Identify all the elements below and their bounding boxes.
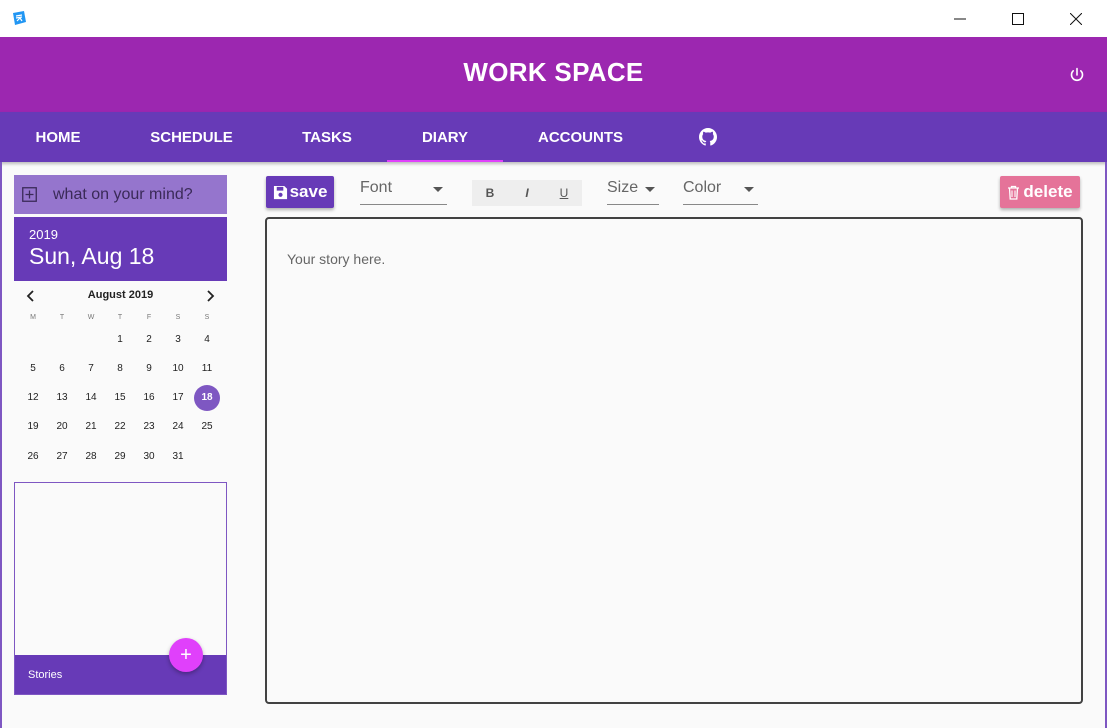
mind-input-placeholder[interactable]: what on your mind? (53, 186, 193, 204)
tab-github[interactable] (684, 112, 732, 162)
tab-tasks[interactable]: TASKS (280, 112, 374, 162)
calendar-day-selected[interactable]: 18 (194, 385, 220, 411)
calendar-day[interactable]: 23 (136, 414, 162, 440)
calendar-weekday: W (87, 314, 95, 321)
delete-button[interactable]: delete (1000, 176, 1080, 208)
github-icon (699, 128, 717, 146)
calendar-month-label: August 2019 (87, 289, 154, 301)
calendar-day[interactable]: 17 (165, 385, 191, 411)
calendar-day[interactable]: 27 (49, 444, 75, 470)
calendar-day[interactable]: 1 (107, 327, 133, 353)
trash-icon (1008, 185, 1020, 200)
nav-bar: HOME SCHEDULE TASKS DIARY ACCOUNTS (0, 112, 1107, 162)
calendar-header: August 2019 (14, 284, 227, 308)
font-select-label: Font (360, 179, 393, 196)
close-icon (1070, 12, 1082, 25)
calendar-day[interactable]: 9 (136, 356, 162, 382)
chevron-right-icon[interactable] (203, 289, 217, 303)
stories-label: Stories (28, 669, 63, 681)
calendar-weekday: S (175, 314, 181, 321)
calendar-weekday: F (146, 314, 152, 321)
close-button[interactable] (1047, 0, 1105, 37)
calendar-day[interactable]: 10 (165, 356, 191, 382)
calendar-day[interactable]: 31 (165, 444, 191, 470)
calendar-day[interactable]: 24 (165, 414, 191, 440)
calendar-day[interactable]: 19 (20, 414, 46, 440)
calendar-day[interactable]: 11 (194, 356, 220, 382)
calendar-weekday: T (117, 314, 123, 321)
bold-button[interactable]: B (472, 180, 508, 206)
calendar-day[interactable]: 22 (107, 414, 133, 440)
editor-toolbar: save Font B I U Size Color delete (265, 175, 1081, 209)
date-full: Sun, Aug 18 (29, 243, 155, 269)
app-icon (13, 11, 26, 25)
calendar-day[interactable]: 2 (136, 327, 162, 353)
mind-input-box[interactable]: what on your mind? (14, 175, 227, 214)
calendar-day[interactable]: 13 (49, 385, 75, 411)
maximize-icon (1012, 12, 1024, 25)
app-title: WORK SPACE (463, 57, 644, 87)
stories-panel: Stories + (14, 482, 227, 695)
color-select[interactable]: Color (683, 179, 758, 205)
calendar-day[interactable]: 3 (165, 327, 191, 353)
text-format-group: B I U (472, 180, 582, 206)
tab-schedule[interactable]: SCHEDULE (135, 112, 248, 162)
add-box-icon[interactable] (22, 187, 37, 202)
selected-date-header: 2019 Sun, Aug 18 (14, 217, 227, 281)
calendar: August 2019 M T W T F S S 1 2 3 4 5 6 7 8 9 10 11 12 13 14 15… (14, 284, 227, 462)
caret-down-icon (645, 187, 655, 192)
tab-home[interactable]: HOME (14, 112, 102, 162)
delete-label: delete (1023, 182, 1073, 201)
calendar-weekday: T (59, 314, 65, 321)
italic-button[interactable]: I (509, 180, 545, 206)
window-border-left (0, 162, 2, 728)
app-header: WORK SPACE (0, 37, 1107, 112)
calendar-weekday: S (204, 314, 210, 321)
minimize-icon (954, 18, 966, 19)
calendar-day[interactable]: 8 (107, 356, 133, 382)
calendar-day[interactable]: 30 (136, 444, 162, 470)
add-story-button[interactable]: + (169, 638, 203, 672)
calendar-day[interactable]: 20 (49, 414, 75, 440)
calendar-day[interactable]: 6 (49, 356, 75, 382)
calendar-day[interactable]: 15 (107, 385, 133, 411)
calendar-day[interactable]: 16 (136, 385, 162, 411)
calendar-weekday: M (30, 314, 36, 321)
calendar-day[interactable]: 14 (78, 385, 104, 411)
save-button[interactable]: save (266, 176, 334, 208)
calendar-day[interactable]: 26 (20, 444, 46, 470)
calendar-day[interactable]: 5 (20, 356, 46, 382)
floppy-disk-icon (273, 185, 287, 199)
size-select[interactable]: Size (607, 179, 659, 205)
calendar-day[interactable]: 21 (78, 414, 104, 440)
caret-down-icon (744, 187, 754, 192)
calendar-day[interactable]: 7 (78, 356, 104, 382)
calendar-day[interactable]: 28 (78, 444, 104, 470)
story-editor[interactable]: Your story here. (265, 217, 1083, 704)
calendar-day[interactable]: 4 (194, 327, 220, 353)
calendar-day[interactable]: 29 (107, 444, 133, 470)
maximize-button[interactable] (989, 0, 1047, 37)
calendar-day[interactable]: 25 (194, 414, 220, 440)
date-year[interactable]: 2019 (29, 227, 58, 242)
save-label: save (289, 182, 328, 201)
plus-icon: + (180, 643, 192, 666)
calendar-day[interactable]: 12 (20, 385, 46, 411)
caret-down-icon (433, 187, 443, 192)
minimize-button[interactable] (931, 0, 989, 37)
editor-placeholder: Your story here. (287, 251, 386, 267)
window-titlebar (0, 0, 1107, 37)
underline-button[interactable]: U (546, 180, 582, 206)
power-icon[interactable] (1068, 66, 1086, 84)
font-select[interactable]: Font (360, 179, 447, 205)
tab-diary[interactable]: DIARY (387, 112, 503, 162)
size-select-label: Size (607, 179, 639, 196)
tab-accounts[interactable]: ACCOUNTS (522, 112, 639, 162)
color-select-label: Color (683, 179, 722, 196)
